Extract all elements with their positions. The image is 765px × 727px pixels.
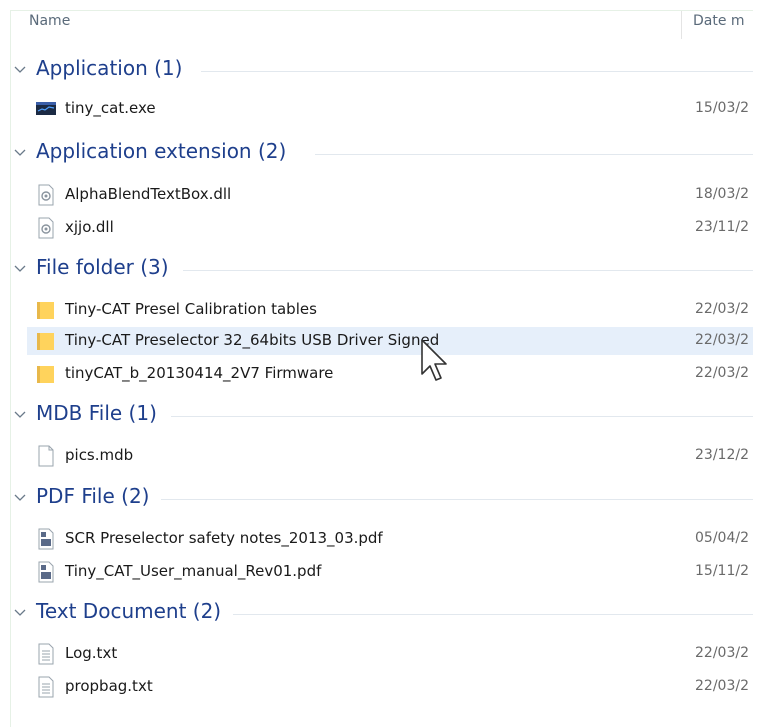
file-name: Tiny_CAT_User_manual_Rev01.pdf bbox=[65, 562, 322, 580]
pdf-icon bbox=[38, 561, 54, 583]
column-divider[interactable] bbox=[681, 11, 682, 39]
file-date: 22/03/2 bbox=[695, 678, 749, 694]
file-row[interactable]: Log.txt 22/03/2 bbox=[27, 640, 753, 668]
chevron-down-icon[interactable] bbox=[13, 490, 27, 504]
file-date: 15/03/2 bbox=[695, 100, 749, 116]
chevron-down-icon[interactable] bbox=[13, 261, 27, 275]
file-name: tinyCAT_b_20130414_2V7 Firmware bbox=[65, 364, 334, 382]
file-date: 22/03/2 bbox=[695, 332, 749, 348]
blank-file-icon bbox=[38, 445, 54, 467]
group-title: MDB File (1) bbox=[36, 401, 157, 425]
folder-icon bbox=[37, 366, 54, 383]
chevron-down-icon[interactable] bbox=[13, 62, 27, 76]
file-name: Tiny-CAT Preselector 32_64bits USB Drive… bbox=[65, 331, 440, 349]
group-title: Application (1) bbox=[36, 56, 183, 80]
text-file-icon bbox=[38, 676, 54, 698]
dll-icon bbox=[38, 217, 54, 239]
group-title: File folder (3) bbox=[36, 255, 169, 279]
file-row[interactable]: AlphaBlendTextBox.dll 18/03/2 bbox=[27, 181, 753, 209]
file-list-pane: Name Date m Application (1) tiny_cat.exe… bbox=[10, 10, 753, 727]
group-divider bbox=[201, 71, 753, 72]
file-row[interactable]: xjjo.dll 23/11/2 bbox=[27, 214, 753, 242]
group-header-file-folder[interactable]: File folder (3) bbox=[11, 254, 753, 288]
text-file-icon bbox=[38, 643, 54, 665]
group-header-text-document[interactable]: Text Document (2) bbox=[11, 598, 753, 632]
file-name: AlphaBlendTextBox.dll bbox=[65, 185, 232, 203]
file-name: tiny_cat.exe bbox=[65, 99, 156, 117]
group-divider bbox=[315, 154, 753, 155]
file-row[interactable]: propbag.txt 22/03/2 bbox=[27, 673, 753, 701]
file-date: 15/11/2 bbox=[695, 563, 749, 579]
file-date: 05/04/2 bbox=[695, 530, 749, 546]
column-header: Name Date m bbox=[11, 11, 753, 39]
group-divider bbox=[183, 270, 753, 271]
group-header-application-extension[interactable]: Application extension (2) bbox=[11, 138, 753, 172]
group-title: Text Document (2) bbox=[36, 599, 222, 623]
folder-icon bbox=[37, 333, 54, 350]
group-header-pdf-file[interactable]: PDF File (2) bbox=[11, 483, 753, 517]
file-name: Log.txt bbox=[65, 644, 118, 662]
name-column-header[interactable]: Name bbox=[29, 13, 70, 29]
file-row[interactable]: Tiny-CAT Presel Calibration tables 22/03… bbox=[27, 296, 753, 324]
group-title: Application extension (2) bbox=[36, 139, 287, 163]
file-row[interactable]: pics.mdb 23/12/2 bbox=[27, 442, 753, 470]
date-column-header[interactable]: Date m bbox=[693, 13, 745, 29]
dll-icon bbox=[38, 184, 54, 206]
chevron-down-icon[interactable] bbox=[13, 605, 27, 619]
file-name: pics.mdb bbox=[65, 446, 134, 464]
file-name: SCR Preselector safety notes_2013_03.pdf bbox=[65, 529, 383, 547]
file-date: 18/03/2 bbox=[695, 186, 749, 202]
file-row-selected[interactable]: Tiny-CAT Preselector 32_64bits USB Drive… bbox=[27, 327, 753, 355]
folder-icon bbox=[37, 302, 54, 319]
file-date: 23/11/2 bbox=[695, 219, 749, 235]
group-title: PDF File (2) bbox=[36, 484, 150, 508]
pdf-icon bbox=[38, 528, 54, 550]
file-row[interactable]: tinyCAT_b_20130414_2V7 Firmware 22/03/2 bbox=[27, 360, 753, 388]
file-row[interactable]: SCR Preselector safety notes_2013_03.pdf… bbox=[27, 525, 753, 553]
group-divider bbox=[171, 416, 753, 417]
exe-icon bbox=[36, 102, 56, 115]
file-date: 22/03/2 bbox=[695, 301, 749, 317]
group-header-mdb-file[interactable]: MDB File (1) bbox=[11, 400, 753, 434]
group-divider bbox=[233, 614, 753, 615]
file-date: 22/03/2 bbox=[695, 365, 749, 381]
file-row[interactable]: tiny_cat.exe 15/03/2 bbox=[27, 95, 753, 123]
group-divider bbox=[161, 499, 753, 500]
file-date: 23/12/2 bbox=[695, 447, 749, 463]
file-name: Tiny-CAT Presel Calibration tables bbox=[65, 300, 317, 318]
mouse-pointer-icon bbox=[421, 339, 447, 381]
file-row[interactable]: Tiny_CAT_User_manual_Rev01.pdf 15/11/2 bbox=[27, 558, 753, 586]
file-date: 22/03/2 bbox=[695, 645, 749, 661]
chevron-down-icon[interactable] bbox=[13, 407, 27, 421]
group-header-application[interactable]: Application (1) bbox=[11, 55, 753, 89]
file-name: xjjo.dll bbox=[65, 218, 114, 236]
chevron-down-icon[interactable] bbox=[13, 145, 27, 159]
file-name: propbag.txt bbox=[65, 677, 153, 695]
